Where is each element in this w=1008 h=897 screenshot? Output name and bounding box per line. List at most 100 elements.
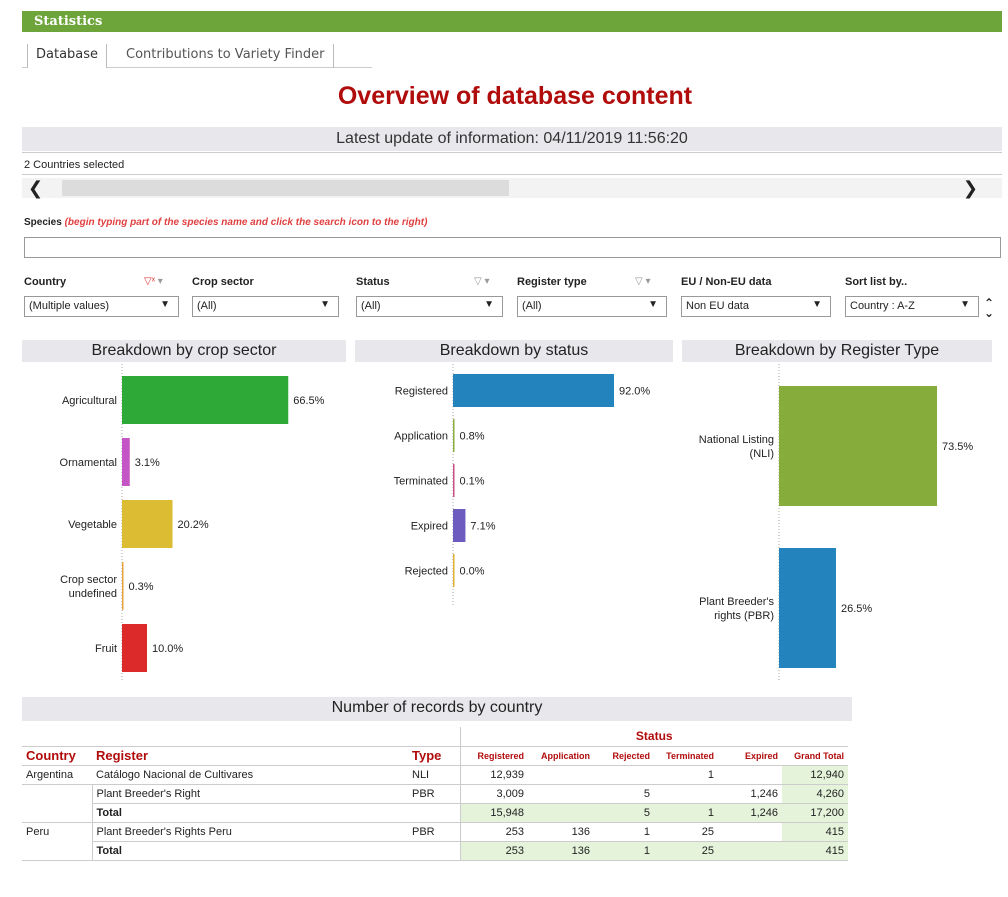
value-label: 7.1% bbox=[470, 521, 495, 533]
cell-value: 253 bbox=[459, 822, 528, 842]
column-header-status: Application bbox=[528, 746, 594, 766]
cell-value bbox=[594, 765, 654, 785]
register-type-chart-title: Breakdown by Register Type bbox=[682, 340, 992, 362]
table-row: Peru Plant Breeder's Rights Peru PBR 253… bbox=[22, 822, 848, 842]
category-label: Application bbox=[394, 431, 448, 443]
eu-select-value: Non EU data bbox=[686, 300, 749, 312]
bar bbox=[453, 419, 455, 452]
column-header-status: Terminated bbox=[654, 746, 718, 766]
column-header-register: Register bbox=[92, 746, 408, 766]
value-label: 26.5% bbox=[841, 603, 872, 615]
sort-filter-label: Sort list by.. bbox=[845, 276, 908, 288]
species-label-row: Species (begin typing part of the specie… bbox=[24, 217, 427, 228]
cell-grand-total: 17,200 bbox=[782, 803, 848, 823]
page-title: Overview of database content bbox=[337, 82, 693, 110]
category-label: Plant Breeder's bbox=[699, 596, 774, 608]
cell-country: Peru bbox=[26, 825, 50, 838]
cell-grand-total: 12,940 bbox=[782, 765, 848, 785]
tab-contributions[interactable]: Contributions to Variety Finder bbox=[118, 44, 334, 68]
bar bbox=[122, 500, 173, 548]
table-row-total: Total 15,948 5 1 1,246 17,200 bbox=[22, 803, 848, 823]
sort-direction-icon[interactable]: ⌃ ⌄ bbox=[984, 297, 994, 319]
category-label: Rejected bbox=[405, 566, 448, 578]
category-label: Crop sector bbox=[60, 574, 117, 586]
update-info: Latest update of information: 04/11/2019… bbox=[22, 127, 1002, 151]
bar bbox=[453, 509, 466, 542]
cell-type bbox=[408, 803, 460, 823]
cell-grand-total: 4,260 bbox=[782, 784, 848, 804]
cell-value: 253 bbox=[459, 841, 528, 861]
country-select[interactable]: (Multiple values) ▼ bbox=[24, 296, 179, 317]
tab-bar: Database Contributions to Variety Finder bbox=[22, 44, 372, 68]
chevron-left-icon[interactable]: ❮ bbox=[28, 178, 43, 198]
status-filter-label: Status bbox=[356, 276, 390, 288]
cell-value: 15,948 bbox=[459, 803, 528, 823]
column-header-status: Expired bbox=[718, 746, 782, 766]
chevron-down-icon: ▼ bbox=[960, 299, 970, 310]
value-label: 20.2% bbox=[178, 519, 209, 531]
bar bbox=[779, 548, 836, 668]
cell-value bbox=[528, 765, 594, 785]
header-bar: Statistics bbox=[22, 11, 1002, 32]
category-label: Fruit bbox=[95, 643, 117, 655]
chevron-down-icon: ▼ bbox=[484, 299, 494, 310]
sort-select[interactable]: Country : A-Z ▼ bbox=[845, 296, 979, 317]
value-label: 0.8% bbox=[460, 431, 485, 443]
bar bbox=[779, 386, 938, 506]
column-header-status: Registered bbox=[459, 746, 528, 766]
crop-sector-select[interactable]: (All) ▼ bbox=[192, 296, 339, 317]
cell-value: 25 bbox=[654, 841, 718, 861]
table-row-total: Total 253 136 1 25 415 bbox=[22, 841, 848, 861]
bar bbox=[122, 624, 147, 672]
cell-value bbox=[718, 841, 782, 861]
cell-register: Catálogo Nacional de Cultivares bbox=[92, 765, 408, 785]
cell-register: Total bbox=[91, 841, 408, 861]
tab-database[interactable]: Database bbox=[27, 44, 108, 68]
cell-type: NLI bbox=[408, 765, 460, 785]
status-select[interactable]: (All) ▼ bbox=[356, 296, 503, 317]
value-label: 0.3% bbox=[129, 581, 154, 593]
cell-value: 5 bbox=[594, 803, 654, 823]
filter-icon[interactable]: ▽ ▾ bbox=[635, 276, 651, 287]
cell-value bbox=[718, 822, 782, 842]
chevron-right-icon[interactable]: ❯ bbox=[963, 178, 978, 198]
cell-grand-total: 415 bbox=[782, 822, 848, 842]
cell-type: PBR bbox=[408, 822, 460, 842]
horizontal-scrollbar[interactable]: ❮ ❯ bbox=[22, 178, 1002, 198]
records-table: Status Country Register Type Registered … bbox=[22, 727, 848, 861]
scrollbar-thumb[interactable] bbox=[62, 180, 509, 196]
cell-value bbox=[528, 784, 594, 804]
cell-country bbox=[22, 784, 92, 803]
cell-type bbox=[408, 841, 460, 861]
register-type-chart: National Listing (NLI) 73.5% Plant Breeder'… bbox=[699, 364, 973, 680]
category-label: Ornamental bbox=[60, 457, 117, 469]
crop-sector-chart: Agricultural 66.5% Ornamental 3.1% Vegetable… bbox=[60, 364, 325, 680]
category-label: (NLI) bbox=[750, 448, 774, 460]
sort-select-value: Country : A-Z bbox=[850, 300, 915, 312]
cell-value: 25 bbox=[654, 822, 718, 842]
crop-sector-select-value: (All) bbox=[197, 300, 217, 312]
cell-country: Argentina bbox=[22, 765, 92, 785]
category-label: Registered bbox=[395, 386, 448, 398]
cell-value: 1,246 bbox=[718, 803, 782, 823]
filter-icon[interactable]: ▽ ▾ bbox=[474, 276, 490, 287]
register-type-select[interactable]: (All) ▼ bbox=[517, 296, 667, 317]
eu-select[interactable]: Non EU data ▼ bbox=[681, 296, 831, 317]
status-chart-title: Breakdown by status bbox=[355, 340, 673, 362]
category-label: Expired bbox=[411, 521, 448, 533]
chevron-down-icon: ▼ bbox=[320, 299, 330, 310]
value-label: 73.5% bbox=[942, 441, 973, 453]
filter-clear-icon[interactable]: ▽ˣ ▾ bbox=[144, 276, 163, 287]
cell-value: 1 bbox=[594, 822, 654, 842]
cell-value: 136 bbox=[528, 841, 594, 861]
category-label: Terminated bbox=[394, 476, 448, 488]
cell-register: Plant Breeder's Right bbox=[91, 784, 408, 804]
value-label: 92.0% bbox=[619, 386, 650, 398]
bar bbox=[122, 376, 289, 424]
chevron-down-icon: ▼ bbox=[812, 299, 822, 310]
value-label: 0.1% bbox=[460, 476, 485, 488]
species-search-input[interactable] bbox=[24, 237, 1001, 258]
column-header-row: Country Register Type Registered Applica… bbox=[22, 746, 848, 766]
column-header-type: Type bbox=[408, 746, 460, 766]
cell-country bbox=[22, 803, 92, 823]
